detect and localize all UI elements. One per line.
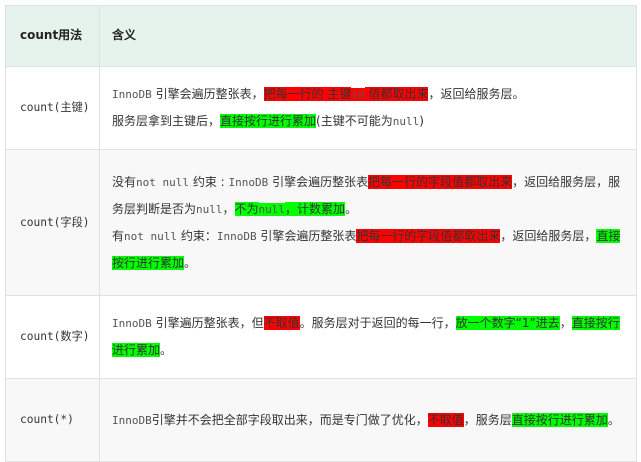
highlight-red-text: 把每一行的 主键	[263, 87, 352, 101]
meaning-text: 。	[160, 343, 173, 357]
term-cell: count(*)	[5, 378, 100, 462]
meaning-text: InnoDB	[112, 317, 152, 330]
meaning-text: 约束 :	[189, 174, 229, 189]
table-header-row: count用法 含义	[5, 5, 637, 67]
meaning-line: InnoDB 引擎遍历整张表，但不取值。服务层对于返回的每一行，放一个数字“1”…	[112, 310, 624, 364]
meaning-text: ，返回给服务层。	[428, 87, 525, 101]
meaning-text: 引擎会遍历整张表	[256, 228, 357, 243]
term-cell: count(数字)	[5, 295, 100, 379]
meaning-cell: InnoDB 引擎会遍历整张表，把每一行的 主键id 值都取出来，返回给服务层。…	[99, 66, 637, 150]
meaning-text: 没有	[112, 174, 137, 189]
meaning-text: InnoDB	[112, 413, 152, 427]
meaning-text: )	[419, 114, 424, 128]
highlight-green-text: 直接按行进行累加	[511, 412, 608, 427]
meaning-text: ，	[559, 316, 572, 330]
meaning-text: 约束：	[177, 228, 217, 243]
meaning-text: not null	[136, 175, 189, 189]
meaning-text: InnoDB	[228, 175, 269, 189]
table-row: count(*) InnoDB引擎并不会把全部字段取出来，而是专门做了优化，不取…	[5, 378, 637, 462]
meaning-text: 。	[345, 201, 358, 216]
meaning-text: 。	[607, 412, 620, 427]
meaning-text: 引擎并不会把全部字段取出来，而是专门做了优化，	[151, 412, 428, 427]
meaning-text: null	[196, 202, 223, 216]
meaning-text: 引擎遍历整张表，但	[151, 316, 264, 330]
meaning-text: ，服务层	[463, 412, 512, 427]
meaning-line: 服务层拿到主键后，直接按行进行累加(主键不可能为null)	[112, 108, 624, 135]
meaning-cell: InnoDB引擎并不会把全部字段取出来，而是专门做了优化，不取值，服务层直接按行…	[99, 378, 637, 462]
meaning-text: (主键不可能为	[316, 114, 393, 128]
meaning-line: 没有not null 约束 : InnoDB 引擎会遍历整张表把每一行的字段值都…	[112, 169, 624, 223]
meaning-cell: 没有not null 约束 : InnoDB 引擎会遍历整张表把每一行的字段值都…	[99, 149, 637, 296]
meaning-text: 引擎会遍历整张表	[268, 174, 369, 189]
term-cell: count(字段)	[5, 149, 100, 296]
count-usage-table: count用法 含义 count(主键) InnoDB 引擎会遍历整张表，把每一…	[5, 5, 637, 462]
meaning-line: InnoDB 引擎会遍历整张表，把每一行的 主键id 值都取出来，返回给服务层。	[112, 81, 624, 108]
meaning-line: InnoDB引擎并不会把全部字段取出来，而是专门做了优化，不取值，服务层直接按行…	[112, 407, 624, 434]
header-meaning: 含义	[99, 5, 637, 67]
highlight-green-text: 不为	[234, 201, 259, 216]
meaning-text: 服务层拿到主键后，	[112, 114, 221, 128]
meaning-text: ，返回给服务层，	[500, 228, 597, 243]
meaning-line: 有not null 约束：InnoDB 引擎会遍历整张表把每一行的字段值都取出来…	[112, 223, 624, 277]
table-row: count(字段) 没有not null 约束 : InnoDB 引擎会遍历整张…	[5, 149, 637, 296]
meaning-text: InnoDB	[112, 88, 152, 101]
meaning-text: null	[392, 115, 420, 128]
highlight-green-text: null	[258, 202, 286, 216]
highlight-red-text: 值都取出来	[364, 87, 429, 101]
table-row: count(主键) InnoDB 引擎会遍历整张表，把每一行的 主键id 值都取…	[5, 66, 637, 150]
count-usage-table-container: count用法 含义 count(主键) InnoDB 引擎会遍历整张表，把每一…	[5, 5, 637, 462]
meaning-text: 。服务层对于返回的每一行，	[299, 316, 456, 330]
meaning-text: 引擎会遍历整张表，	[151, 87, 264, 101]
term-cell: count(主键)	[5, 66, 100, 150]
meaning-text: 。	[184, 255, 197, 270]
meaning-text: InnoDB	[216, 229, 257, 243]
highlight-red-text: 把每一行的字段值都取出来	[356, 228, 501, 243]
highlight-red-text: 把每一行的字段值都取出来	[368, 174, 513, 189]
highlight-red-text: 不取值	[427, 412, 464, 427]
highlight-red-text: id	[351, 88, 365, 101]
highlight-green-text: 放一个数字“1”进去	[455, 316, 560, 330]
highlight-green-text: ，计数累加	[285, 201, 346, 216]
meaning-text: not null	[124, 229, 177, 243]
table-row: count(数字) InnoDB 引擎遍历整张表，但不取值。服务层对于返回的每一…	[5, 295, 637, 379]
highlight-green-text: 直接按行进行累加	[220, 114, 317, 128]
meaning-cell: InnoDB 引擎遍历整张表，但不取值。服务层对于返回的每一行，放一个数字“1”…	[99, 295, 637, 379]
highlight-red-text: 不取值	[263, 316, 300, 330]
header-count-usage: count用法	[5, 5, 100, 67]
meaning-text: 有	[112, 228, 125, 243]
meaning-text: ，	[222, 201, 235, 216]
